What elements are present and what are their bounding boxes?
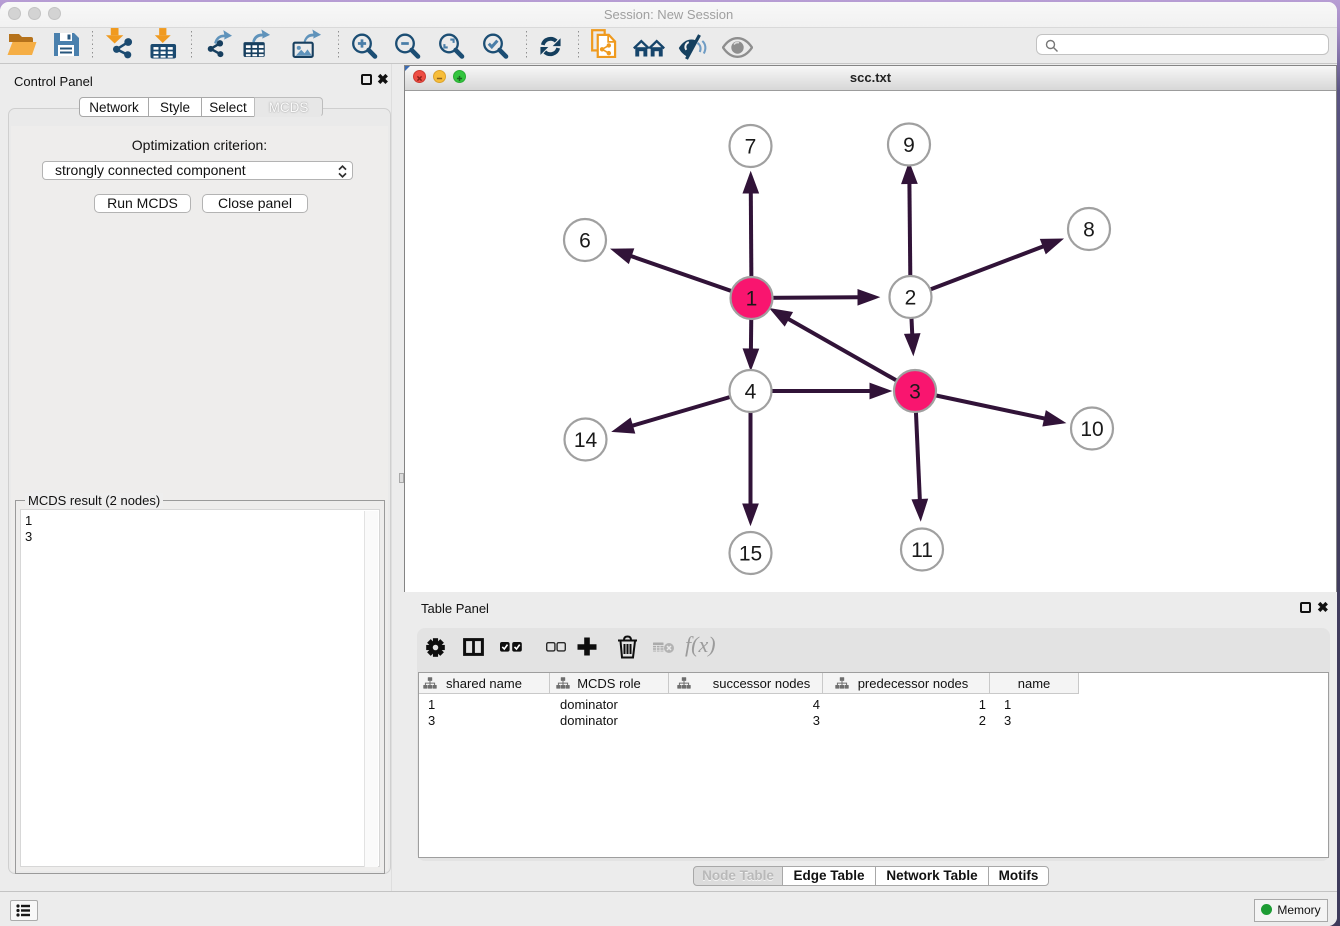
svg-text:1: 1	[746, 288, 758, 311]
svg-text:9: 9	[903, 134, 915, 157]
svg-text:3: 3	[909, 381, 921, 404]
svg-text:10: 10	[1080, 418, 1103, 441]
svg-text:2: 2	[905, 287, 917, 310]
svg-text:7: 7	[745, 136, 757, 159]
svg-text:15: 15	[739, 543, 762, 566]
svg-text:11: 11	[911, 539, 933, 562]
svg-text:14: 14	[574, 429, 598, 452]
svg-text:4: 4	[745, 381, 757, 404]
svg-text:8: 8	[1083, 219, 1095, 242]
svg-text:6: 6	[579, 230, 591, 253]
